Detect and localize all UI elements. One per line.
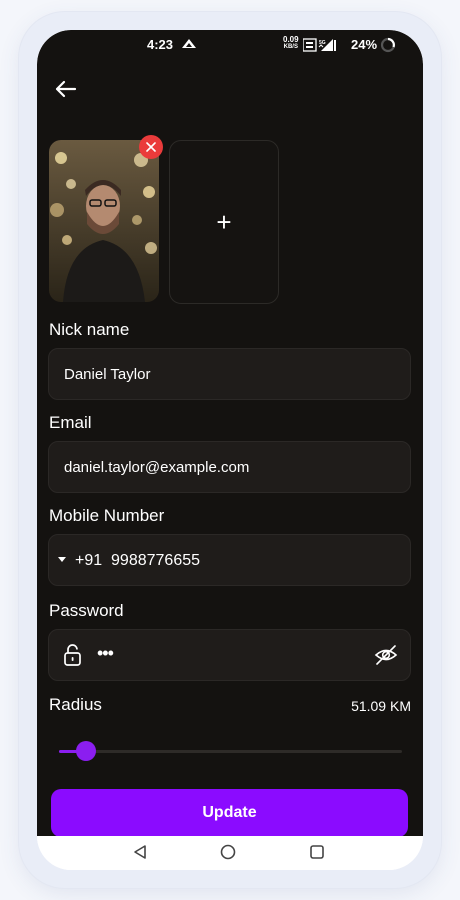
radius-slider[interactable] [59, 741, 402, 761]
status-time: 4:23 [147, 37, 174, 52]
nick-name-field[interactable]: Daniel Taylor [48, 348, 411, 400]
back-triangle-icon[interactable] [132, 844, 148, 860]
phone-screen-area: 4:23 0.09 KB/S 5G 24% + Nick name Daniel… [37, 30, 423, 870]
upload-arrow-icon [182, 39, 196, 48]
nick-name-label: Nick name [49, 320, 130, 339]
status-bar: 4:23 0.09 KB/S 5G 24% [37, 30, 423, 60]
country-code-dropdown-icon[interactable] [58, 557, 66, 563]
volte-icon [303, 38, 317, 52]
net-speed-unit: KB/S [283, 44, 298, 50]
recents-square-icon[interactable] [309, 844, 325, 860]
email-label: Email [49, 413, 92, 432]
app-screen: 4:23 0.09 KB/S 5G 24% + Nick name Daniel… [37, 30, 423, 837]
add-photo-button[interactable]: + [169, 140, 279, 304]
battery-ring-icon [380, 37, 396, 53]
email-value: daniel.taylor@example.com [64, 459, 250, 476]
5g-icon: 5G [319, 40, 326, 46]
eye-off-icon[interactable] [374, 644, 398, 666]
lock-icon [64, 644, 81, 666]
password-value: ••• [97, 643, 114, 663]
profile-photo[interactable] [49, 140, 159, 302]
back-arrow-icon[interactable] [53, 76, 79, 102]
system-nav-bar [37, 836, 423, 870]
mobile-number-value: +91 9988776655 [75, 552, 201, 569]
net-speed-value: 0.09 [283, 35, 299, 44]
update-button[interactable]: Update [51, 789, 408, 837]
profile-photo-image [49, 140, 159, 302]
radius-slider-thumb[interactable] [76, 741, 97, 761]
email-field[interactable]: daniel.taylor@example.com [48, 441, 411, 493]
mobile-number-field[interactable]: +91 9988776655 [48, 534, 411, 586]
net-speed: 0.09 KB/S [283, 35, 299, 51]
mobile-number-label: Mobile Number [49, 506, 165, 525]
password-label: Password [49, 601, 124, 620]
battery-percent: 24% [351, 37, 378, 52]
nick-name-value: Daniel Taylor [64, 366, 151, 383]
home-circle-icon[interactable] [220, 844, 236, 860]
signal-icons: 5G [303, 38, 336, 52]
phone-frame: 4:23 0.09 KB/S 5G 24% + Nick name Daniel… [19, 12, 441, 888]
radius-value: 51.09 KM [351, 698, 411, 714]
remove-photo-button[interactable] [139, 135, 163, 159]
password-field[interactable]: ••• [48, 629, 411, 681]
close-icon [146, 142, 156, 152]
plus-icon: + [216, 206, 232, 237]
radius-label: Radius [49, 695, 102, 714]
